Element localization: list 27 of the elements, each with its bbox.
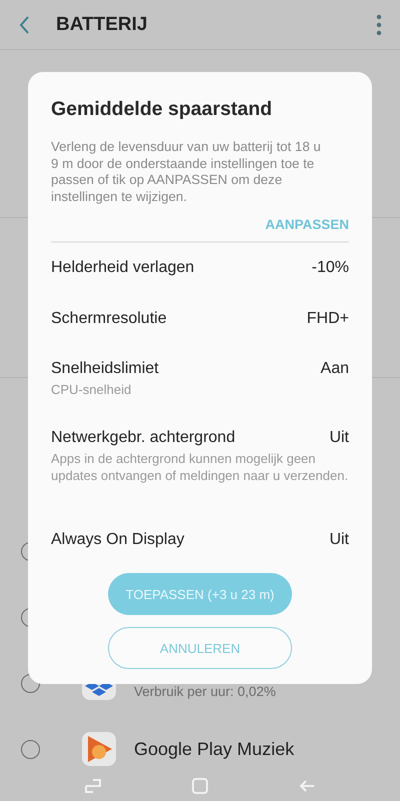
dialog-description: Verleng de levensduur van uw batterij tot 18 u 9 m door de onderstaande instellingen toe te passen of tik op AANPASSEN om deze instellingen te wijzigen. [51, 139, 322, 205]
setting-value: Aan [320, 360, 349, 378]
usage-text: Verbruik per uur: 0,02% [134, 684, 276, 698]
apply-button[interactable]: TOEPASSEN (+3 u 23 m) [108, 573, 292, 615]
back-nav-icon[interactable] [298, 778, 315, 794]
setting-label: Netwerkgebr. achtergrond [51, 429, 236, 447]
setting-label: Helderheid verlagen [51, 259, 194, 277]
setting-label: Snelheidslimiet [51, 360, 159, 378]
setting-value: -10% [312, 259, 349, 277]
play-app-icon [82, 732, 116, 766]
setting-value: FHD+ [306, 310, 349, 328]
setting-value: Uit [329, 429, 349, 447]
recent-apps-icon[interactable] [85, 778, 102, 794]
dialog-title: Gemiddelde spaarstand [51, 98, 274, 121]
setting-description: CPU-snelheid [51, 382, 132, 398]
setting-description: Apps in de achtergrond kunnen mogelijk geen updates ontvangen of meldingen naar u verzenden. [51, 451, 349, 484]
radio-button[interactable] [21, 740, 40, 758]
setting-value: Uit [329, 531, 349, 549]
setting-label: Schermresolutie [51, 310, 167, 328]
screen-title: BATTERIJ [56, 14, 148, 36]
customize-link[interactable]: AANPASSEN [265, 217, 349, 232]
home-icon[interactable] [192, 778, 208, 794]
more-options-icon[interactable] [376, 14, 382, 36]
app-name: Google Play Muziek [134, 738, 294, 760]
cancel-button[interactable]: ANNULEREN [108, 627, 292, 669]
setting-label: Always On Display [51, 531, 184, 549]
back-icon[interactable] [18, 14, 30, 36]
